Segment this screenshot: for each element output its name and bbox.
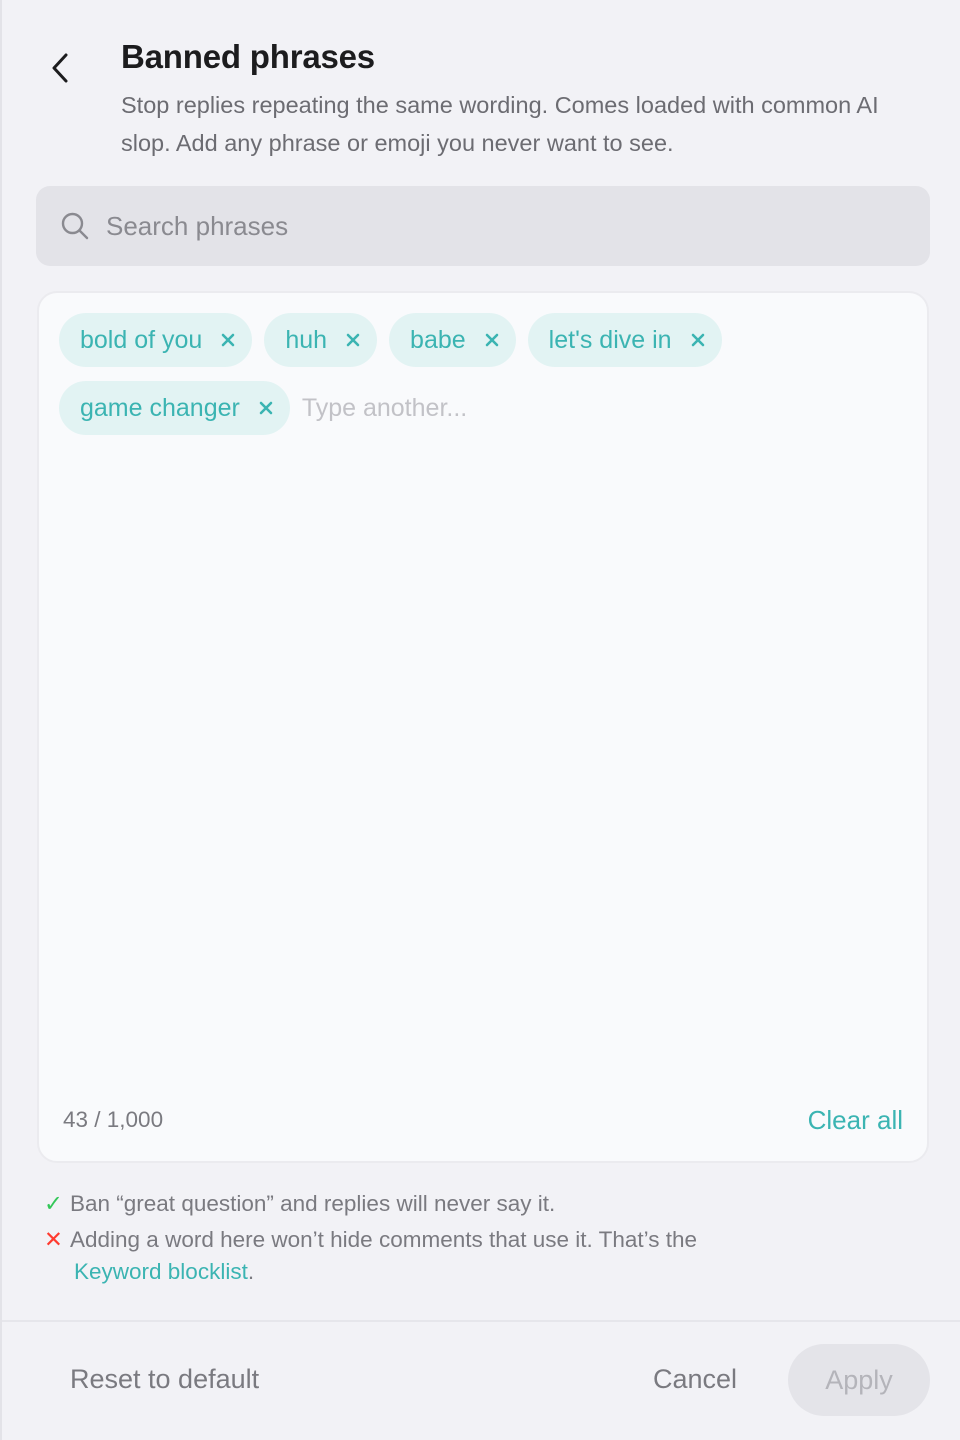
search-bar[interactable]: [36, 186, 930, 266]
checkmark-icon: ✓: [44, 1191, 63, 1216]
close-icon: [222, 333, 235, 347]
phrase-chip: bold of you: [59, 313, 253, 367]
apply-button[interactable]: Apply: [788, 1344, 930, 1416]
cancel-button[interactable]: Cancel: [653, 1364, 737, 1395]
hint-negative-end: .: [247, 1259, 255, 1284]
phrase-chip: let's dive in: [527, 313, 722, 367]
close-icon: [485, 333, 498, 347]
search-icon: [61, 212, 89, 240]
search-input[interactable]: [106, 196, 930, 256]
back-button[interactable]: [38, 46, 82, 90]
close-icon: [259, 401, 273, 415]
reset-to-default-button[interactable]: Reset to default: [70, 1364, 259, 1395]
hint-negative-line2: Keyword blocklist.: [44, 1256, 804, 1288]
phrase-editor: bold of you huh babe let's dive in game …: [37, 291, 929, 1163]
phrase-chip: game changer: [59, 381, 290, 435]
keyword-blocklist-link[interactable]: Keyword blocklist: [74, 1259, 248, 1284]
remove-phrase-button[interactable]: [256, 398, 276, 418]
footer-divider: [2, 1320, 960, 1322]
close-icon: [691, 333, 704, 347]
page-title: Banned phrases: [121, 38, 375, 75]
phrase-chip: babe: [389, 313, 516, 367]
hint-negative: ✕ Adding a word here won’t hide comments …: [44, 1224, 804, 1288]
phrase-chip: huh: [264, 313, 378, 367]
phrase-chip-label: huh: [285, 325, 328, 354]
phrase-chip-label: bold of you: [80, 325, 203, 354]
page-subtitle: Stop replies repeating the same wording.…: [121, 92, 879, 156]
hint-negative-text: Adding a word here won’t hide comments t…: [70, 1227, 698, 1252]
phrase-chip-label: babe: [410, 325, 466, 354]
remove-phrase-button[interactable]: [343, 330, 363, 350]
phrase-counter: 43 / 1,000: [63, 1107, 164, 1132]
remove-phrase-button[interactable]: [688, 330, 708, 350]
remove-phrase-button[interactable]: [482, 330, 502, 350]
hint-positive-text: Ban “great question” and replies will ne…: [70, 1191, 556, 1216]
close-icon: [346, 333, 360, 347]
phrase-chip-list: bold of you huh babe let's dive in game …: [59, 313, 919, 435]
chevron-left-icon: [52, 53, 68, 83]
banned-phrases-panel: Banned phrases Stop replies repeating th…: [0, 0, 960, 1440]
phrase-chip-label: game changer: [80, 393, 240, 422]
hint-positive: ✓ Ban “great question” and replies will n…: [44, 1188, 555, 1220]
clear-all-button[interactable]: Clear all: [808, 1105, 903, 1136]
remove-phrase-button[interactable]: [218, 330, 238, 350]
cross-icon: ✕: [44, 1227, 63, 1252]
add-phrase-input[interactable]: [301, 381, 562, 435]
phrase-chip-label: let's dive in: [548, 325, 672, 354]
